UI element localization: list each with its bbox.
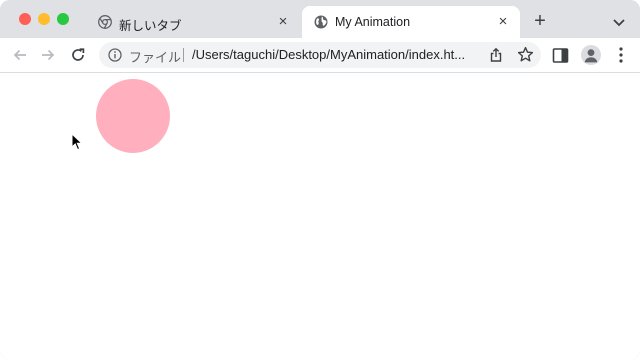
arrow-right-icon	[42, 49, 55, 61]
tab-title: My Animation	[335, 15, 411, 29]
arrow-left-icon	[13, 49, 26, 61]
toolbar: ファイル /Users/taguchi/Desktop/MyAnimation/…	[0, 38, 640, 73]
chrome-icon	[98, 15, 112, 29]
page-content	[0, 73, 640, 360]
tab-title: 新しいタブ	[119, 19, 182, 33]
browser-window: 新しいタブ × My Animation × + ファイル /Users/tag…	[0, 0, 640, 360]
window-zoom-button[interactable]	[57, 13, 69, 25]
info-icon[interactable]	[108, 48, 122, 62]
file-scheme-label: ファイル	[129, 50, 182, 65]
omnibox-divider	[183, 48, 184, 62]
close-tab-icon[interactable]: ×	[274, 13, 292, 31]
url-text[interactable]: /Users/taguchi/Desktop/MyAnimation/index…	[192, 47, 465, 62]
reload-icon	[72, 48, 85, 61]
window-close-button[interactable]	[19, 13, 31, 25]
back-button[interactable]	[9, 44, 31, 66]
window-minimize-button[interactable]	[38, 13, 50, 25]
forward-button[interactable]	[37, 44, 59, 66]
tab-strip: 新しいタブ × My Animation × +	[0, 0, 640, 38]
tab-my-animation[interactable]: My Animation ×	[302, 6, 520, 38]
bookmark-star-icon[interactable]	[517, 46, 534, 63]
tab-new-tab[interactable]: 新しいタブ ×	[86, 6, 300, 38]
close-tab-icon[interactable]: ×	[494, 13, 512, 31]
profile-avatar[interactable]	[581, 45, 601, 65]
new-tab-button[interactable]: +	[530, 11, 550, 32]
address-bar[interactable]: ファイル /Users/taguchi/Desktop/MyAnimation/…	[99, 42, 541, 68]
animated-circle	[96, 79, 170, 153]
globe-icon	[314, 15, 328, 29]
mouse-cursor-icon	[71, 133, 83, 151]
more-menu-icon[interactable]	[613, 46, 629, 64]
side-panel-icon[interactable]	[552, 47, 569, 64]
share-icon[interactable]	[488, 47, 504, 63]
reload-button[interactable]	[67, 44, 89, 66]
chevron-down-icon[interactable]	[610, 13, 628, 31]
person-icon	[584, 49, 598, 63]
